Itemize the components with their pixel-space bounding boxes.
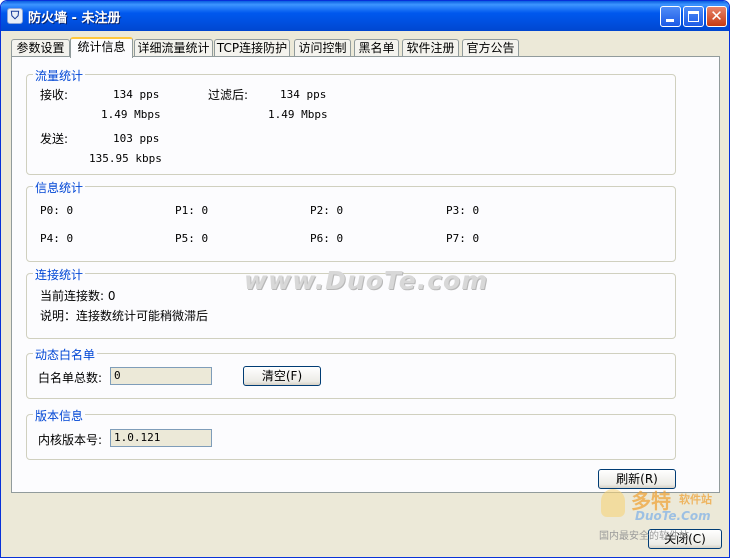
connection-stats-title: 连接统计 [33, 266, 86, 283]
filtered-mbps-value: 1.49 Mbps [268, 108, 328, 121]
whitelist-title: 动态白名单 [33, 346, 98, 363]
p7-value: P7: 0 [446, 232, 480, 245]
tab-detailed-traffic[interactable]: 详细流量统计 [134, 39, 213, 57]
p2-value: P2: 0 [310, 204, 344, 217]
tab-statistics[interactable]: 统计信息 [70, 37, 133, 58]
p3-value: P3: 0 [446, 204, 480, 217]
logo-soft-text: 软件站 [679, 493, 712, 506]
connections-note: 说明：连接数统计可能稍微滞后 [40, 309, 209, 323]
p4-value: P4: 0 [40, 232, 74, 245]
tab-parameters[interactable]: 参数设置 [11, 39, 70, 57]
tab-tcp-protection[interactable]: TCP连接防护 [214, 39, 290, 57]
firewall-app-icon: ⛉ [7, 8, 23, 24]
whitelist-group: 动态白名单 白名单总数: 0 清空(F) [26, 346, 676, 399]
send-pps-value: 103 pps [113, 132, 160, 145]
kernel-version-label: 内核版本号: [38, 433, 103, 447]
filtered-pps-value: 134 pps [280, 88, 327, 101]
p1-value: P1: 0 [175, 204, 209, 217]
send-label: 发送: [40, 132, 69, 146]
whitelist-total-field: 0 [110, 367, 212, 385]
minimize-icon [666, 19, 674, 22]
receive-pps-value: 134 pps [113, 88, 160, 101]
receive-label: 接收: [40, 88, 69, 102]
minimize-button[interactable] [660, 6, 681, 27]
traffic-stats-title: 流量统计 [33, 67, 86, 84]
mascot-icon [601, 489, 625, 517]
site-watermark: www.DuoTe.com [244, 266, 489, 295]
tab-blacklist[interactable]: 黑名单 [354, 39, 399, 57]
whitelist-total-label: 白名单总数: [38, 371, 103, 385]
maximize-icon [688, 11, 699, 22]
send-kbps-value: 135.95 kbps [89, 152, 162, 165]
maximize-button[interactable] [683, 6, 704, 27]
version-title: 版本信息 [33, 407, 86, 424]
close-window-button[interactable]: ✕ [706, 6, 727, 27]
window-title: 防火墙 - 未注册 [28, 11, 121, 26]
traffic-stats-group: 流量统计 接收: 134 pps 1.49 Mbps 过滤后: 134 pps … [26, 67, 676, 175]
duote-logo-watermark: 多特 软件站 DuoTe.Com 国内最安全的软件站 [597, 483, 727, 543]
firewall-window: ⛉ 防火墙 - 未注册 ✕ 参数设置 统计信息 详细流量统计 TCP连接防护 访… [0, 0, 730, 558]
kernel-version-field: 1.0.121 [110, 429, 212, 447]
tab-access-control[interactable]: 访问控制 [294, 39, 351, 57]
tab-registration[interactable]: 软件注册 [402, 39, 459, 57]
logo-en-text: DuoTe.Com [635, 509, 711, 523]
filtered-label: 过滤后: [208, 88, 249, 102]
p0-value: P0: 0 [40, 204, 74, 217]
tab-announcements[interactable]: 官方公告 [462, 39, 519, 57]
close-icon: ✕ [710, 7, 723, 25]
version-group: 版本信息 内核版本号: 1.0.121 [26, 407, 676, 460]
title-bar[interactable]: ⛉ 防火墙 - 未注册 ✕ [1, 1, 729, 31]
info-stats-title: 信息统计 [33, 179, 86, 196]
current-connections-label: 当前连接数: 0 [40, 289, 116, 303]
p5-value: P5: 0 [175, 232, 209, 245]
clear-whitelist-button[interactable]: 清空(F) [243, 366, 321, 386]
receive-mbps-value: 1.49 Mbps [101, 108, 161, 121]
info-stats-group: 信息统计 P0: 0 P1: 0 P2: 0 P3: 0 P4: 0 P5: 0… [26, 179, 676, 262]
logo-slogan: 国内最安全的软件站 [599, 531, 689, 542]
p6-value: P6: 0 [310, 232, 344, 245]
